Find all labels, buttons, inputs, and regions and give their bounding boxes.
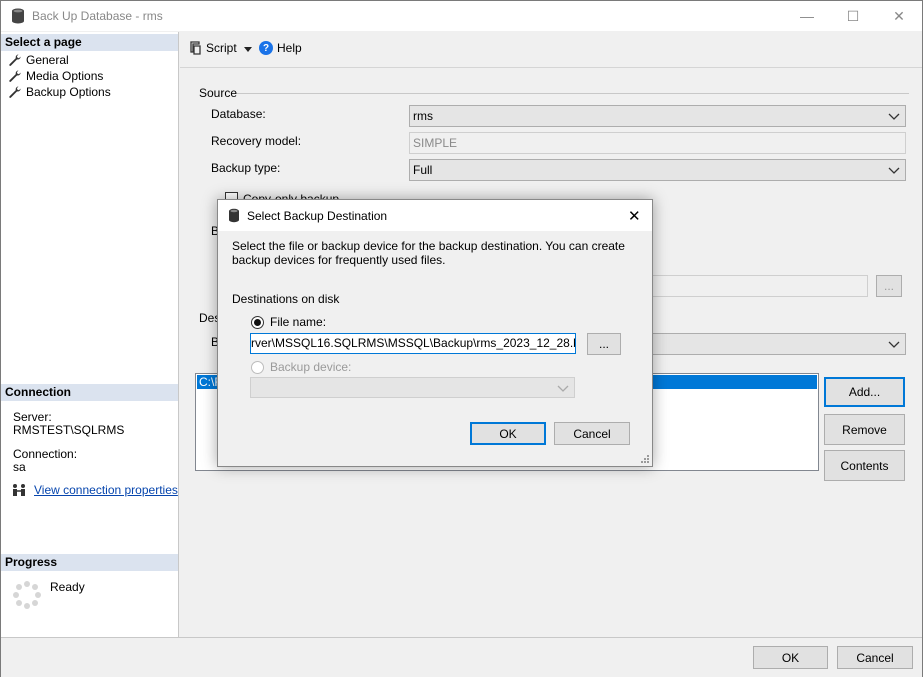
source-group-divider (237, 93, 909, 94)
view-connection-properties-link[interactable]: View connection properties (34, 483, 178, 497)
window-title: Back Up Database - rms (32, 9, 163, 23)
progress-header: Progress (1, 554, 178, 571)
help-icon: ? (259, 41, 273, 55)
database-icon (12, 8, 24, 24)
close-button[interactable]: ✕ (876, 1, 922, 31)
page-label: Media Options (26, 69, 104, 83)
help-button[interactable]: ? Help (259, 41, 302, 55)
recovery-model-label: Recovery model: (211, 134, 302, 148)
chevron-down-icon (888, 341, 900, 348)
page-backup-options[interactable]: Backup Options (9, 84, 111, 100)
minimize-button[interactable]: — (784, 1, 830, 31)
database-label: Database: (211, 107, 266, 121)
dialog-title: Select Backup Destination (247, 209, 388, 223)
destinations-on-disk-label: Destinations on disk (232, 292, 340, 306)
toolbar: Script ? Help (180, 32, 922, 68)
remove-destination-button[interactable]: Remove (824, 414, 905, 445)
minimize-icon: — (800, 8, 814, 24)
page-general[interactable]: General (9, 52, 69, 68)
dialog-title-bar: Select Backup Destination ✕ (218, 200, 652, 231)
chevron-down-icon (888, 113, 900, 120)
script-dropdown-arrow-icon[interactable] (244, 47, 252, 52)
page-label: General (26, 53, 69, 67)
connection-header: Connection (1, 384, 178, 401)
dialog-description-line2: backup devices for frequently used files… (232, 253, 446, 267)
chevron-down-icon (557, 385, 569, 392)
backup-type-label: Backup type: (211, 161, 281, 175)
title-bar: Back Up Database - rms — ☐ ✕ (1, 1, 922, 31)
database-value: rms (413, 109, 433, 123)
chevron-down-icon (888, 167, 900, 174)
wrench-icon (9, 86, 21, 98)
close-icon: ✕ (893, 7, 905, 24)
add-destination-button[interactable]: Add... (824, 377, 905, 407)
page-label: Backup Options (26, 85, 111, 99)
script-button[interactable]: Script (188, 41, 237, 55)
connection-people-icon (13, 484, 25, 496)
script-label: Script (206, 41, 237, 55)
dialog-close-icon[interactable]: ✕ (628, 207, 641, 225)
database-combo[interactable]: rms (409, 105, 906, 127)
backup-device-combo[interactable] (250, 377, 575, 398)
progress-spinner-icon (13, 581, 41, 609)
maximize-button[interactable]: ☐ (830, 1, 876, 31)
recovery-model-field: SIMPLE (409, 132, 906, 154)
wrench-icon (9, 70, 21, 82)
script-icon (190, 41, 201, 55)
select-backup-destination-dialog: Select Backup Destination ✕ Select the f… (217, 199, 653, 467)
page-media-options[interactable]: Media Options (9, 68, 103, 84)
backup-device-radio[interactable] (251, 361, 264, 374)
file-name-label: File name: (270, 315, 327, 329)
file-name-input[interactable]: rver\MSSQL16.SQLRMS\MSSQL\Backup\rms_202… (250, 333, 576, 354)
backup-type-combo[interactable]: Full (409, 159, 906, 181)
backup-set-name-field-partial (650, 275, 868, 297)
dialog-cancel-button[interactable]: Cancel (554, 422, 630, 445)
file-name-radio[interactable] (251, 316, 264, 329)
dialog-description-line1: Select the file or backup device for the… (232, 239, 625, 253)
source-group-label: Source (199, 86, 238, 100)
ok-button[interactable]: OK (753, 646, 828, 669)
left-pane: Select a page General Media Options Back… (1, 32, 179, 637)
back-up-to-combo[interactable] (650, 333, 906, 355)
select-page-header: Select a page (1, 34, 178, 51)
backup-type-value: Full (413, 163, 433, 177)
help-label: Help (277, 41, 302, 55)
wrench-icon (9, 54, 21, 66)
contents-button[interactable]: Contents (824, 450, 905, 481)
maximize-icon: ☐ (846, 7, 860, 24)
file-browse-button[interactable]: ... (587, 333, 621, 355)
connection-label: Connection: (13, 447, 78, 461)
connection-value: sa (13, 460, 26, 474)
resize-grip-icon[interactable] (640, 454, 650, 464)
cancel-button[interactable]: Cancel (837, 646, 913, 669)
database-icon (229, 208, 239, 223)
server-label: Server: (13, 410, 52, 424)
footer-bar: OK Cancel (1, 637, 922, 677)
browse-partial-button[interactable]: ... (876, 275, 902, 297)
server-value: RMSTEST\SQLRMS (13, 423, 125, 437)
progress-status: Ready (50, 580, 85, 594)
dialog-ok-button[interactable]: OK (470, 422, 546, 445)
backup-device-label: Backup device: (270, 360, 352, 374)
